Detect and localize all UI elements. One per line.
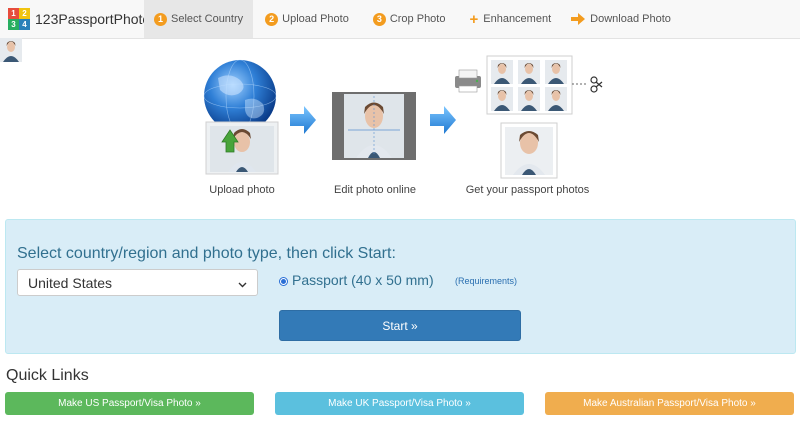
final-passport-photo (500, 122, 558, 179)
nav-download-photo[interactable]: Download Photo (561, 0, 681, 38)
quick-link-australia[interactable]: Make Australian Passport/Visa Photo » (545, 392, 794, 415)
step-number-badge: 2 (265, 12, 279, 26)
logo-digit: 2 (19, 8, 30, 19)
step-caption-get: Get your passport photos (465, 184, 590, 196)
logo-digit: 3 (8, 19, 19, 30)
logo-icon: 1 2 3 4 (8, 8, 30, 30)
step-arrow-icon (430, 106, 456, 134)
country-selection-panel: Select country/region and photo type, th… (5, 219, 796, 354)
steps-illustration (0, 38, 603, 179)
quick-link-us[interactable]: Make US Passport/Visa Photo » (5, 392, 254, 415)
requirements-link[interactable]: (Requirements) (455, 276, 517, 286)
nav-select-country[interactable]: 1 Select Country (144, 0, 254, 38)
logo-digit: 4 (19, 19, 30, 30)
brand-name: 123PassportPhoto (35, 11, 151, 27)
arrow-right-icon (571, 13, 586, 25)
edit-photo-preview (332, 92, 416, 160)
nav-label: Upload Photo (282, 13, 349, 25)
panel-title: Select country/region and photo type, th… (17, 245, 396, 262)
nav-enhancement[interactable]: + Enhancement (455, 0, 561, 38)
nav-label: Select Country (171, 13, 244, 25)
step-caption-upload: Upload photo (209, 184, 275, 196)
step-number-badge: 1 (154, 12, 167, 26)
start-button[interactable]: Start » (279, 310, 521, 341)
quick-link-uk[interactable]: Make UK Passport/Visa Photo » (275, 392, 524, 415)
logo-digit: 1 (8, 8, 19, 19)
globe-icon (203, 59, 277, 133)
top-navbar: 1 2 3 4 123PassportPhoto 1 Select Countr… (0, 0, 800, 39)
printer-icon (455, 69, 481, 93)
step-number-badge: 3 (372, 12, 386, 26)
nav-label: Download Photo (590, 13, 671, 25)
photo-type-label[interactable]: Passport (40 x 50 mm) (292, 272, 434, 288)
brand-logo[interactable]: 1 2 3 4 123PassportPhoto (8, 8, 150, 30)
step-arrow-icon (290, 106, 316, 134)
passport-radio[interactable] (279, 277, 288, 286)
uploaded-photo-thumbnail (205, 121, 279, 175)
step-nav: 1 Select Country 2 Upload Photo 3 Crop P… (144, 0, 681, 38)
step-caption-edit: Edit photo online (334, 184, 416, 196)
nav-label: Enhancement (483, 13, 552, 25)
passport-photo-sheet (0, 38, 586, 115)
nav-crop-photo[interactable]: 3 Crop Photo (359, 0, 456, 38)
nav-upload-photo[interactable]: 2 Upload Photo (253, 0, 359, 38)
country-select-value: United States (28, 274, 113, 291)
country-select[interactable]: United States (17, 269, 258, 296)
chevron-down-icon (238, 275, 247, 291)
plus-icon: + (469, 10, 479, 28)
scissors-icon (590, 76, 603, 93)
quick-links-title: Quick Links (6, 367, 89, 384)
nav-label: Crop Photo (389, 13, 446, 25)
